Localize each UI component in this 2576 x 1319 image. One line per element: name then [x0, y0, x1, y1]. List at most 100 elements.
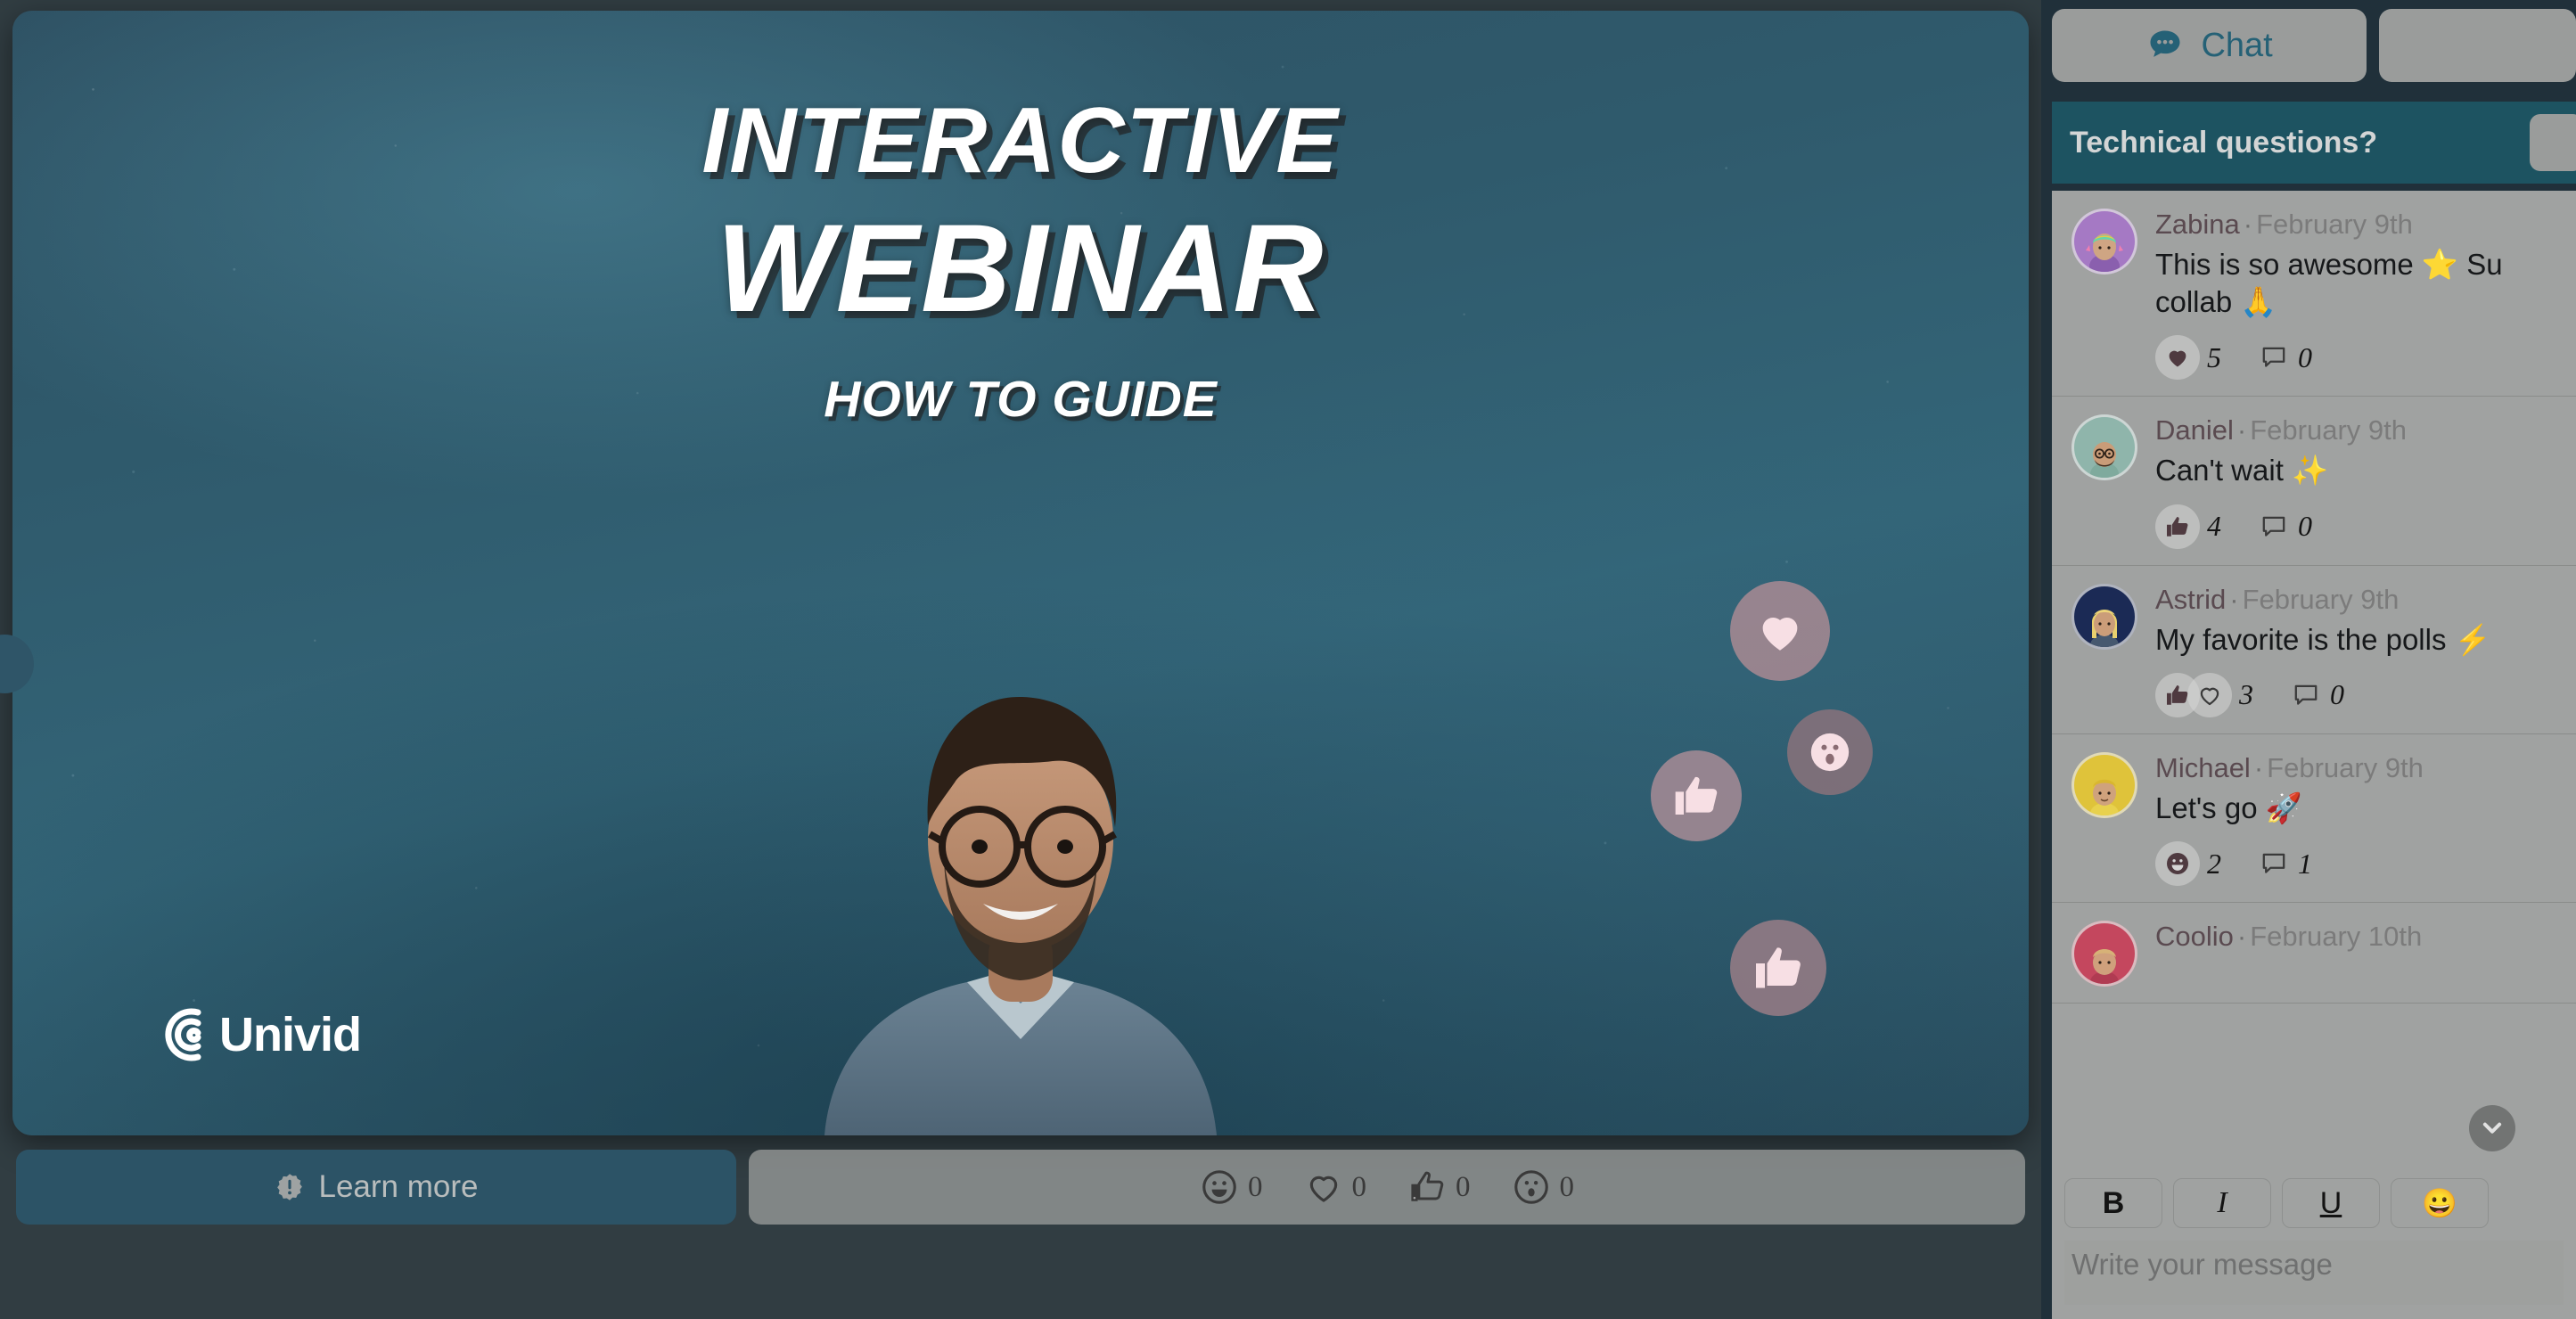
avatar-face-icon [2090, 779, 2119, 815]
slide-title-block: INTERACTIVE WEBINAR HOW TO GUIDE [12, 89, 2029, 429]
tab-chat[interactable]: Chat [2052, 9, 2367, 82]
webinar-app: INTERACTIVE WEBINAR HOW TO GUIDE Univid … [0, 0, 2576, 1319]
bold-button[interactable]: B [2064, 1178, 2162, 1228]
message-input-placeholder: Write your message [2071, 1248, 2333, 1281]
reaction-group[interactable]: 3 [2155, 672, 2253, 717]
message-input[interactable]: Write your message [2064, 1241, 2564, 1305]
chat-message-reactions: 3 0 [2155, 672, 2576, 717]
floating-heart-icon [1730, 581, 1830, 681]
comment-count: 0 [2298, 340, 2312, 373]
chat-message-author: Daniel [2155, 414, 2234, 446]
technical-questions-banner: Technical questions? [2052, 102, 2576, 184]
comment-bubble-icon [2262, 853, 2285, 873]
chat-message-header: Zabina · February 9th [2155, 209, 2413, 240]
emoji-picker-button[interactable]: 😀 [2391, 1178, 2489, 1228]
chat-message-header: Astrid · February 9th [2155, 583, 2400, 615]
reaction-count: 2 [2207, 847, 2221, 880]
reaction-wow-button[interactable]: 0 [1512, 1167, 1574, 1207]
heart-icon [1309, 1176, 1337, 1202]
chat-bubble-icon [2150, 30, 2180, 57]
chat-message-author: Michael [2155, 751, 2251, 783]
thumbs-up-icon [1675, 776, 1718, 815]
smiley-icon [2167, 853, 2188, 875]
comment-count: 1 [2298, 847, 2312, 880]
banner-action-button[interactable] [2530, 114, 2576, 171]
formatting-toolbar: B I U 😀 [2052, 1167, 2576, 1228]
floating-wow-icon [1787, 709, 1873, 795]
heart-icon [2169, 351, 2186, 367]
heart-icon [2200, 687, 2219, 706]
univid-wave-icon [165, 1008, 201, 1061]
comment-bubble-icon [2262, 348, 2285, 368]
chat-message-list[interactable]: Zabina · February 9th This is so awesome ⭐… [2052, 191, 2576, 1167]
chat-message-reactions: 2 1 [2155, 841, 2576, 887]
univid-logo-text: Univid [219, 1008, 362, 1061]
heart-outline-icon[interactable] [2187, 672, 2232, 717]
reaction-thumbs-up-button[interactable]: 0 [1407, 1167, 1471, 1207]
avatar-face-icon [2086, 233, 2123, 272]
chat-message-reactions: 4 0 [2155, 504, 2576, 549]
chat-message-text: My favorite is the polls ⚡ [2155, 622, 2491, 656]
chat-message-date: February 9th [2267, 751, 2424, 783]
comment-count: 0 [2298, 510, 2312, 543]
chat-message-author: Astrid [2155, 583, 2227, 615]
tab-chat-label: Chat [2201, 26, 2273, 64]
reaction-count: 5 [2207, 340, 2221, 373]
avatar [2071, 414, 2137, 481]
thumbs-up-filled-icon[interactable] [2155, 504, 2200, 549]
chat-message: Daniel · February 9th Can't wait ✨ 4 0 [2052, 397, 2576, 566]
avatar [2071, 583, 2137, 650]
underline-button[interactable]: U [2282, 1178, 2380, 1228]
scroll-to-bottom-button[interactable] [2469, 1105, 2515, 1151]
chat-message-body: Zabina · February 9th This is so awesome ⭐… [2155, 209, 2576, 381]
reaction-heart-button[interactable]: 0 [1304, 1168, 1367, 1206]
wow-face-icon [1810, 733, 1850, 772]
chat-composer: B I U 😀 Write your message [2052, 1167, 2576, 1319]
comment-group[interactable]: 1 [2259, 848, 2312, 881]
thumbs-up-icon [1756, 947, 1801, 988]
chat-message-body: Astrid · February 9th My favorite is the p… [2155, 584, 2576, 717]
comment-bubble-icon [2294, 684, 2318, 705]
chat-message-date: February 9th [2250, 414, 2407, 446]
thumbs-up-icon [2167, 516, 2188, 537]
comment-group[interactable]: 0 [2259, 341, 2312, 374]
chat-message-author: Zabina [2155, 209, 2240, 240]
avatar-face-icon [2090, 949, 2119, 985]
reaction-heart-count: 0 [1351, 1170, 1367, 1203]
avatar [2071, 209, 2137, 274]
chat-message-date: February 10th [2250, 921, 2423, 953]
chat-message-date: February 9th [2256, 209, 2413, 240]
avatar-face-icon [2090, 609, 2119, 647]
comment-group[interactable]: 0 [2291, 678, 2344, 711]
reaction-thumbs-up-count: 0 [1456, 1170, 1471, 1203]
reaction-smiley-button[interactable]: 0 [1200, 1167, 1263, 1207]
tab-secondary[interactable] [2379, 9, 2576, 82]
wow-face-icon [1514, 1170, 1548, 1204]
chat-message-text: Can't wait ✨ [2155, 454, 2329, 487]
chat-message-text-cont: collab 🙏 [2155, 285, 2277, 319]
learn-more-button[interactable]: Learn more [16, 1150, 736, 1225]
reaction-group[interactable]: 2 [2155, 841, 2221, 887]
comment-group[interactable]: 0 [2259, 510, 2312, 543]
chat-message-text: Let's go 🚀 [2155, 791, 2302, 824]
reaction-group[interactable]: 4 [2155, 504, 2221, 549]
italic-button[interactable]: I [2173, 1178, 2271, 1228]
comment-bubble-icon [2262, 516, 2285, 537]
video-player[interactable]: INTERACTIVE WEBINAR HOW TO GUIDE Univid [12, 11, 2029, 1135]
avatar-face-icon [2090, 442, 2119, 479]
reaction-group[interactable]: 5 [2155, 335, 2221, 381]
chat-message-reactions: 5 0 [2155, 335, 2576, 381]
chat-message-text: This is so awesome ⭐ Su [2155, 248, 2503, 281]
reaction-count: 4 [2207, 510, 2221, 543]
slide-subtitle: HOW TO GUIDE [824, 371, 1218, 429]
chat-message-header: Daniel · February 9th [2155, 414, 2407, 446]
badge-exclamation-icon [276, 1174, 302, 1200]
heart-filled-icon[interactable] [2155, 335, 2200, 381]
smiley-filled-icon[interactable] [2155, 841, 2200, 887]
learn-more-label: Learn more [318, 1169, 479, 1204]
chat-tabs: Chat [2041, 0, 2576, 87]
slide-title-line1: INTERACTIVE [701, 89, 1340, 193]
heart-icon [1762, 617, 1798, 651]
chat-message-header: Coolio · February 10th [2155, 921, 2423, 953]
chat-message-header: Michael · February 9th [2155, 751, 2424, 783]
